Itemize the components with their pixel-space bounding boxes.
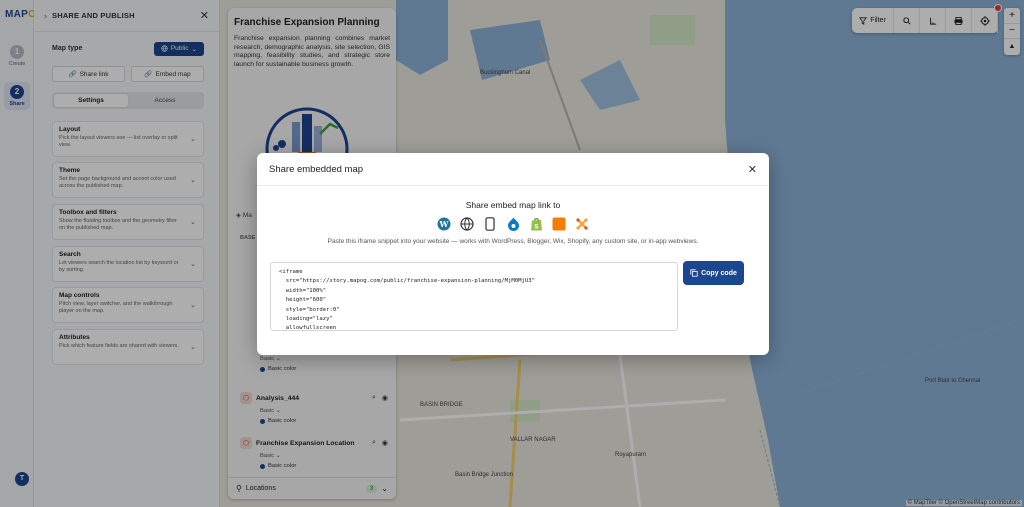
shopify-icon[interactable]: S — [528, 216, 544, 232]
embed-heading: Share embed map link to — [465, 200, 561, 210]
svg-text:S: S — [534, 224, 538, 231]
mobile-icon[interactable] — [482, 216, 498, 232]
joomla-icon[interactable] — [574, 216, 590, 232]
drupal-icon[interactable] — [505, 216, 521, 232]
svg-text:W: W — [439, 219, 450, 229]
modal-body: Share embed map link to W S Paste this i… — [257, 200, 769, 245]
iframe-code-textarea[interactable]: <iframe src="https://story.mapog.com/pub… — [270, 262, 678, 331]
copy-code-button[interactable]: Copy code — [683, 261, 744, 285]
embed-instructions: Paste this iframe snippet into your webs… — [327, 238, 699, 245]
close-icon[interactable]: ✕ — [748, 163, 757, 176]
globe-icon[interactable] — [459, 216, 475, 232]
copy-icon — [690, 269, 698, 277]
share-embed-modal: Share embedded map ✕ Share embed map lin… — [257, 153, 769, 355]
platform-icons: W S — [257, 216, 769, 232]
modal-header: Share embedded map ✕ — [257, 153, 769, 186]
blogger-icon[interactable] — [551, 216, 567, 232]
wordpress-icon[interactable]: W — [436, 216, 452, 232]
modal-title: Share embedded map — [269, 163, 364, 175]
